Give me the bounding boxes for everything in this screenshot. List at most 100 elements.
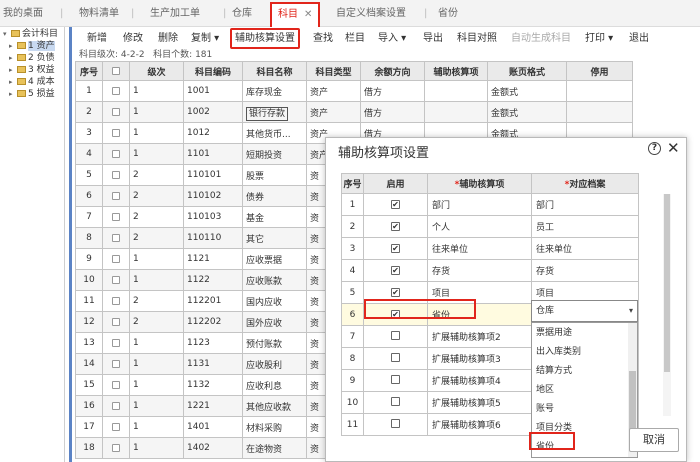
- cell-checkbox[interactable]: [102, 185, 130, 207]
- row-checkbox[interactable]: [112, 254, 120, 263]
- export-button[interactable]: 导出: [423, 30, 443, 47]
- cell-checkbox[interactable]: [102, 206, 130, 228]
- cell-checkbox[interactable]: [102, 122, 130, 144]
- cell-aux[interactable]: [424, 101, 488, 123]
- cell-checkbox[interactable]: [102, 290, 130, 312]
- table-row[interactable]: 1 ✔ 部门 部门: [341, 193, 639, 216]
- cell-aux-item[interactable]: 省份: [427, 303, 532, 326]
- new-button[interactable]: 新增: [87, 30, 107, 47]
- cell-enabled[interactable]: [363, 347, 428, 370]
- cell-disabled[interactable]: [566, 101, 633, 123]
- cell-name[interactable]: 股票: [242, 164, 307, 186]
- col-level[interactable]: 级次: [129, 61, 184, 81]
- cell-seq[interactable]: 7: [75, 206, 103, 228]
- close-icon[interactable]: ✕: [304, 9, 312, 20]
- enable-checkbox[interactable]: ✔: [391, 243, 400, 253]
- row-checkbox[interactable]: [112, 338, 120, 347]
- row-checkbox[interactable]: [112, 128, 120, 137]
- col-page-format[interactable]: 账页格式: [487, 61, 567, 81]
- col-select-all[interactable]: [102, 61, 130, 81]
- cell-name[interactable]: 应收账款: [242, 269, 307, 291]
- cell-checkbox[interactable]: [102, 332, 130, 354]
- cell-name[interactable]: 其他货币...: [242, 122, 307, 144]
- cell-page-format[interactable]: 金额式: [487, 101, 567, 123]
- panel-splitter[interactable]: [69, 27, 72, 462]
- cell-enabled[interactable]: ✔: [363, 193, 428, 216]
- row-checkbox[interactable]: [112, 443, 120, 452]
- tab-desktop[interactable]: 我的桌面: [3, 0, 43, 27]
- row-checkbox[interactable]: [112, 422, 120, 431]
- cell-aux-item[interactable]: 部门: [427, 193, 532, 216]
- cell-level[interactable]: 2: [129, 227, 184, 249]
- dropdown-option[interactable]: 地区: [536, 382, 554, 398]
- dropdown-option[interactable]: 结算方式: [536, 363, 572, 379]
- col-disabled[interactable]: 停用: [566, 61, 633, 81]
- cell-seq[interactable]: 5: [75, 164, 103, 186]
- cell-level[interactable]: 1: [129, 80, 184, 102]
- enable-checkbox[interactable]: [391, 396, 400, 406]
- cell-seq[interactable]: 4: [75, 143, 103, 165]
- cell-checkbox[interactable]: [102, 311, 130, 333]
- close-icon[interactable]: ✕: [667, 139, 680, 157]
- row-checkbox[interactable]: [112, 317, 120, 326]
- auto-generate-button[interactable]: 自动生成科目: [511, 30, 571, 47]
- cell-archive[interactable]: 员工: [531, 215, 639, 238]
- col-aux[interactable]: 辅助核算项: [424, 61, 488, 81]
- delete-button[interactable]: 删除: [158, 30, 178, 47]
- print-button[interactable]: 打印 ▾: [585, 30, 613, 47]
- cell-checkbox[interactable]: [102, 269, 130, 291]
- cell-checkbox[interactable]: [102, 437, 130, 459]
- tab-province[interactable]: 省份: [438, 0, 458, 27]
- archive-select[interactable]: 仓库 ▾: [531, 300, 638, 322]
- cell-name[interactable]: 库存现金: [242, 80, 307, 102]
- cell-code[interactable]: 1132: [183, 374, 243, 396]
- enable-checkbox[interactable]: [391, 374, 400, 384]
- cell-aux-item[interactable]: 存货: [427, 259, 532, 282]
- col-balance-direction[interactable]: 余额方向: [360, 61, 425, 81]
- cell-aux-item[interactable]: 项目: [427, 281, 532, 304]
- row-checkbox[interactable]: [112, 380, 120, 389]
- row-checkbox[interactable]: [112, 296, 120, 305]
- cell-name[interactable]: 材料采购: [242, 416, 307, 438]
- dropdown-option[interactable]: 票据用途: [536, 325, 572, 341]
- copy-button[interactable]: 复制 ▾: [191, 30, 219, 47]
- cell-level[interactable]: 2: [129, 206, 184, 228]
- cell-code[interactable]: 1401: [183, 416, 243, 438]
- dropdown-option-province[interactable]: 省份: [536, 439, 554, 455]
- cell-name[interactable]: 债券: [242, 185, 307, 207]
- cell-level[interactable]: 2: [129, 185, 184, 207]
- cell-seq[interactable]: 14: [75, 353, 103, 375]
- cell-checkbox[interactable]: [102, 80, 130, 102]
- cell-name[interactable]: 短期投资: [242, 143, 307, 165]
- cell-name[interactable]: 在途物资: [242, 437, 307, 459]
- cell-checkbox[interactable]: [102, 101, 130, 123]
- enable-checkbox[interactable]: ✔: [391, 265, 400, 275]
- cell-seq[interactable]: 13: [75, 332, 103, 354]
- cell-aux[interactable]: [424, 80, 488, 102]
- table-row[interactable]: 2 ✔ 个人 员工: [341, 215, 639, 238]
- cell-name[interactable]: 应收股利: [242, 353, 307, 375]
- cell-seq[interactable]: 2: [75, 101, 103, 123]
- cell-name[interactable]: 应收利息: [242, 374, 307, 396]
- cell-level[interactable]: 2: [129, 290, 184, 312]
- cell-disabled[interactable]: [566, 80, 633, 102]
- cell-level[interactable]: 1: [129, 269, 184, 291]
- cell-name[interactable]: 银行存款: [242, 101, 307, 123]
- help-icon[interactable]: ?: [648, 142, 661, 155]
- cell-enabled[interactable]: ✔: [363, 281, 428, 304]
- enable-checkbox[interactable]: [391, 330, 400, 340]
- cell-seq[interactable]: 8: [75, 227, 103, 249]
- cell-name[interactable]: 其它: [242, 227, 307, 249]
- cell-level[interactable]: 1: [129, 122, 184, 144]
- cell-checkbox[interactable]: [102, 353, 130, 375]
- cell-code[interactable]: 112201: [183, 290, 243, 312]
- cell-seq[interactable]: 18: [75, 437, 103, 459]
- dialog-scrollbar[interactable]: [663, 194, 671, 416]
- cell-code[interactable]: 110103: [183, 206, 243, 228]
- cell-level[interactable]: 1: [129, 395, 184, 417]
- cell-level[interactable]: 1: [129, 143, 184, 165]
- cell-enabled[interactable]: ✔: [363, 303, 428, 326]
- aux-setup-button[interactable]: 辅助核算设置: [230, 28, 300, 49]
- cell-seq[interactable]: 9: [75, 248, 103, 270]
- cell-level[interactable]: 2: [129, 311, 184, 333]
